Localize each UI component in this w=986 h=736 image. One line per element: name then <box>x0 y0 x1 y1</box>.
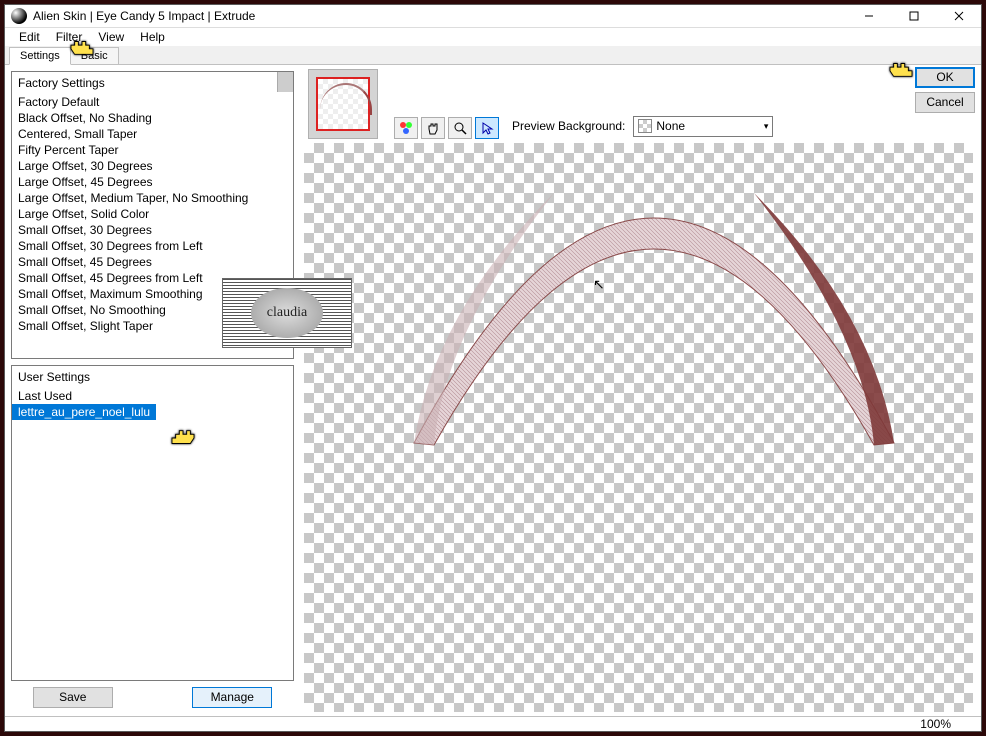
minimize-button[interactable] <box>846 5 891 27</box>
move-cursor-icon: ↖ <box>593 276 605 293</box>
list-item[interactable]: Large Offset, Solid Color <box>12 206 293 222</box>
tabs-row: Settings Basic <box>5 46 981 65</box>
titlebar: Alien Skin | Eye Candy 5 Impact | Extrud… <box>5 5 981 28</box>
thumbnail-preview-icon <box>316 77 370 131</box>
menu-edit[interactable]: Edit <box>11 28 48 46</box>
list-item[interactable]: Small Offset, 30 Degrees from Left <box>12 238 293 254</box>
left-panel: Factory Settings Factory Default Black O… <box>5 65 300 716</box>
factory-settings-list[interactable]: Factory Settings Factory Default Black O… <box>11 71 294 359</box>
list-item[interactable]: Small Offset, No Smoothing <box>12 302 293 318</box>
menu-filter[interactable]: Filter <box>48 28 91 46</box>
list-item[interactable]: Small Offset, 30 Degrees <box>12 222 293 238</box>
list-item[interactable]: Small Offset, Maximum Smoothing <box>12 286 293 302</box>
list-item[interactable]: Fifty Percent Taper <box>12 142 293 158</box>
extrude-preview-shape <box>374 143 934 553</box>
window-title: Alien Skin | Eye Candy 5 Impact | Extrud… <box>33 9 846 23</box>
list-item[interactable]: Large Offset, 30 Degrees <box>12 158 293 174</box>
user-settings-list[interactable]: User Settings Last Used lettre_au_pere_n… <box>11 365 294 681</box>
preview-toolbar <box>394 117 499 139</box>
main-body: Factory Settings Factory Default Black O… <box>5 65 981 716</box>
cancel-button[interactable]: Cancel <box>915 92 975 113</box>
preview-bg-dropdown[interactable]: None ▾ <box>633 116 773 137</box>
menu-help[interactable]: Help <box>132 28 173 46</box>
ok-button[interactable]: OK <box>915 67 975 88</box>
scrollbar-thumb-icon[interactable] <box>277 72 293 92</box>
list-item[interactable]: Black Offset, No Shading <box>12 110 293 126</box>
window-controls <box>846 5 981 27</box>
dropdown-value: None <box>652 119 763 133</box>
list-item[interactable]: Large Offset, Medium Taper, No Smoothing <box>12 190 293 206</box>
list-item[interactable]: Small Offset, 45 Degrees from Left <box>12 270 293 286</box>
app-icon <box>11 8 27 24</box>
manage-button[interactable]: Manage <box>192 687 272 708</box>
navigator-thumbnail[interactable] <box>308 69 378 139</box>
list-item[interactable]: Large Offset, 45 Degrees <box>12 174 293 190</box>
right-area: Preview Background: None ▾ OK Cancel <box>300 65 981 716</box>
zoom-level: 100% <box>920 717 951 731</box>
statusbar: 100% <box>5 716 981 731</box>
factory-settings-header: Factory Settings <box>12 72 293 94</box>
hand-tool-icon[interactable] <box>421 117 445 139</box>
zoom-tool-icon[interactable] <box>448 117 472 139</box>
app-window: Alien Skin | Eye Candy 5 Impact | Extrud… <box>4 4 982 732</box>
maximize-button[interactable] <box>891 5 936 27</box>
list-item-selected[interactable]: lettre_au_pere_noel_lulu <box>12 404 156 420</box>
tab-basic[interactable]: Basic <box>70 47 119 64</box>
preview-bg-label: Preview Background: <box>512 119 625 133</box>
dialog-buttons: OK Cancel <box>915 67 975 113</box>
pointer-tool-icon[interactable] <box>475 117 499 139</box>
top-right-row: Preview Background: None ▾ OK Cancel <box>300 65 981 143</box>
tab-settings[interactable]: Settings <box>9 47 71 65</box>
list-item[interactable]: Last Used <box>12 388 293 404</box>
menubar: Edit Filter View Help <box>5 28 981 46</box>
panel-buttons: Save Manage <box>11 681 294 712</box>
preview-bg-group: Preview Background: None ▾ <box>512 116 773 137</box>
list-item[interactable]: Factory Default <box>12 94 293 110</box>
menu-view[interactable]: View <box>90 28 132 46</box>
save-button[interactable]: Save <box>33 687 113 708</box>
preview-canvas[interactable]: ↖ <box>304 143 973 712</box>
list-item[interactable]: Small Offset, 45 Degrees <box>12 254 293 270</box>
list-item[interactable]: Small Offset, Slight Taper <box>12 318 293 334</box>
color-picker-tool-icon[interactable] <box>394 117 418 139</box>
swatch-checker-icon <box>638 119 652 133</box>
list-item[interactable]: Centered, Small Taper <box>12 126 293 142</box>
chevron-down-icon: ▾ <box>764 121 769 132</box>
close-button[interactable] <box>936 5 981 27</box>
user-settings-header: User Settings <box>12 366 293 388</box>
